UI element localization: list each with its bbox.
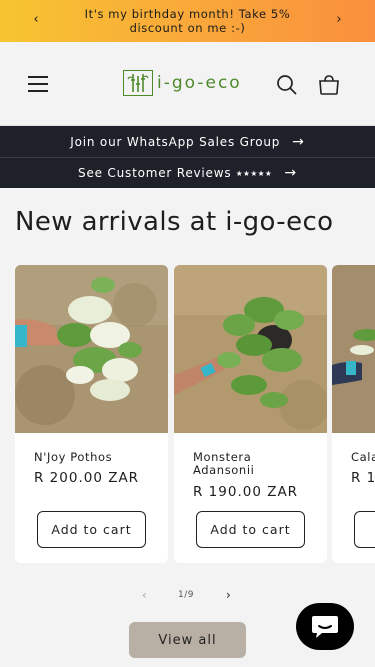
product-name[interactable]: Cala — [351, 451, 375, 464]
add-to-cart-button[interactable]: Add to cart — [196, 511, 305, 548]
chat-button[interactable] — [296, 603, 354, 650]
product-image[interactable] — [332, 265, 375, 433]
logo-text: i-go-eco — [157, 73, 242, 93]
menu-icon[interactable] — [28, 76, 48, 92]
product-price: R 1 — [351, 470, 375, 486]
site-header: i-go-eco — [0, 42, 375, 126]
cart-icon[interactable] — [318, 74, 340, 96]
whatsapp-group-label: Join our WhatsApp Sales Group — [70, 134, 281, 149]
arrow-right-icon: → — [284, 165, 297, 181]
pagination-counter: 1/9 — [178, 590, 194, 600]
product-price: R 190.00 ZAR — [193, 484, 299, 500]
section-title: New arrivals at i-go-eco — [15, 207, 334, 237]
announcement-next-arrow[interactable]: › — [331, 12, 347, 27]
product-card[interactable]: N'Joy Pothos R 200.00 ZAR Add to cart — [15, 265, 168, 563]
bamboo-icon — [123, 70, 153, 96]
search-icon[interactable] — [276, 74, 298, 96]
view-all-button[interactable]: View all — [129, 622, 246, 658]
carousel-pagination: ‹ 1/9 › — [0, 588, 375, 604]
announcement-message: It's my birthday month! Take 5% discount… — [84, 7, 291, 35]
product-image[interactable] — [174, 265, 327, 433]
chevron-right-icon[interactable]: › — [226, 588, 231, 602]
chevron-left-icon[interactable]: ‹ — [142, 588, 147, 602]
product-image[interactable] — [15, 265, 168, 433]
product-name[interactable]: Monstera Adansonii — [193, 451, 313, 477]
product-price: R 200.00 ZAR — [34, 470, 140, 486]
product-name[interactable]: N'Joy Pothos — [34, 451, 154, 464]
site-logo[interactable]: i-go-eco — [123, 70, 242, 96]
chat-bubble-icon — [312, 615, 338, 638]
whatsapp-group-link[interactable]: Join our WhatsApp Sales Group → — [0, 126, 375, 157]
announcement-prev-arrow[interactable]: ‹ — [28, 12, 44, 27]
product-card[interactable]: Cala R 1 A — [332, 265, 375, 563]
add-to-cart-button[interactable]: Add to cart — [37, 511, 146, 548]
customer-reviews-label: See Customer Reviews ⭑⭑⭑⭑⭑ — [78, 165, 273, 180]
product-card[interactable]: Monstera Adansonii R 190.00 ZAR Add to c… — [174, 265, 327, 563]
customer-reviews-link[interactable]: See Customer Reviews ⭑⭑⭑⭑⭑ → — [0, 157, 375, 188]
product-carousel: N'Joy Pothos R 200.00 ZAR Add to cart Mo… — [15, 265, 375, 565]
arrow-right-icon: → — [292, 133, 305, 150]
announcement-bar: ‹ It's my birthday month! Take 5% discou… — [0, 0, 375, 42]
add-to-cart-button[interactable]: A — [354, 511, 375, 548]
